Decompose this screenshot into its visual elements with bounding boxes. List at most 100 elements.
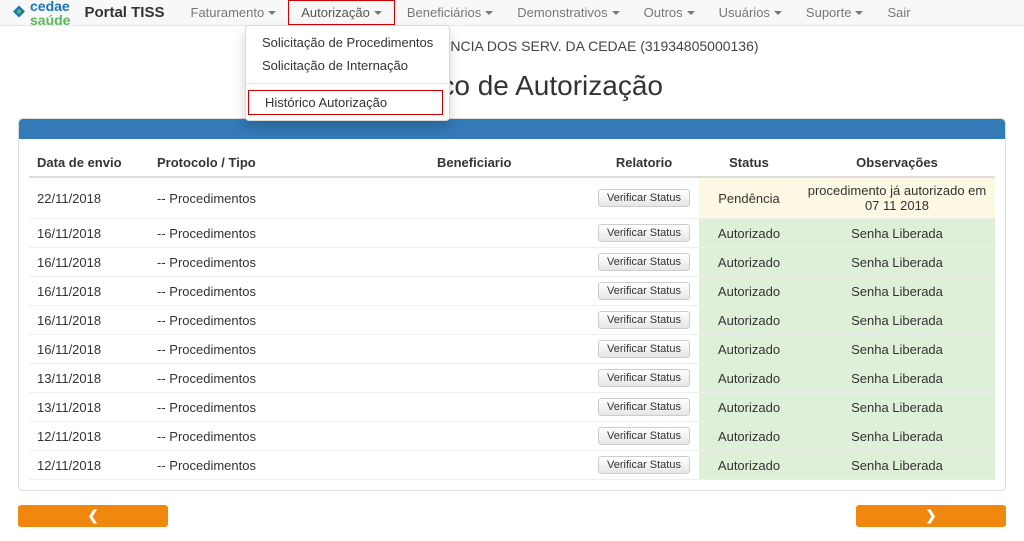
cell-status: Autorizado [699,335,799,364]
cell-beneficiario [429,306,589,335]
th-observacoes: Observações [799,149,995,177]
cell-beneficiario [429,335,589,364]
nav-sair-label: Sair [887,5,910,20]
table-row: 16/11/2018-- Procedimentos Verificar Stat… [29,248,995,277]
cell-beneficiario [429,451,589,480]
nav-beneficiarios[interactable]: Beneficiários [395,0,505,25]
cell-data-envio: 16/11/2018 [29,219,149,248]
cell-protocolo-tipo: -- Procedimentos [149,451,429,480]
logo: cedae saúde [10,0,70,27]
verify-status-button[interactable]: Verificar Status [598,398,690,416]
cell-protocolo-tipo: -- Procedimentos [149,364,429,393]
cell-relatorio: Verificar Status [589,306,699,335]
caret-icon [774,11,782,15]
cell-relatorio: Verificar Status [589,335,699,364]
verify-status-button[interactable]: Verificar Status [598,340,690,358]
nav-autorizacao-label: Autorização [301,5,370,20]
verify-status-button[interactable]: Verificar Status [598,456,690,474]
cell-data-envio: 16/11/2018 [29,248,149,277]
nav-demonstrativos[interactable]: Demonstrativos [505,0,631,25]
cell-relatorio: Verificar Status [589,422,699,451]
cell-data-envio: 22/11/2018 [29,177,149,219]
page-title: Histórico de Autorização [0,70,1024,102]
cell-status: Autorizado [699,393,799,422]
autorizacao-dropdown: Solicitação de Procedimentos Solicitação… [245,25,450,121]
cell-protocolo-tipo: -- Procedimentos [149,422,429,451]
cell-status: Pendência [699,177,799,219]
table-row: 12/11/2018-- ProcedimentosVerificar Stat… [29,451,995,480]
table-header-row: Data de envio Protocolo / Tipo Beneficia… [29,149,995,177]
dropdown-solic-procedimentos[interactable]: Solicitação de Procedimentos [246,31,449,54]
cell-relatorio: Verificar Status [589,364,699,393]
next-button[interactable]: ❯ [856,505,1006,527]
cell-beneficiario [429,177,589,219]
nav-faturamento[interactable]: Faturamento [179,0,289,25]
nav-items: Faturamento Autorização Beneficiários De… [179,0,923,25]
prev-button[interactable]: ❮ [18,505,168,527]
cell-data-envio: 13/11/2018 [29,393,149,422]
verify-status-button[interactable]: Verificar Status [598,427,690,445]
verify-status-button[interactable]: Verificar Status [598,311,690,329]
nav-outros[interactable]: Outros [632,0,707,25]
logo-cedae: cedae [30,0,70,13]
cell-status: Autorizado [699,248,799,277]
cell-observacoes: Senha Liberada [799,248,995,277]
cell-observacoes: Senha Liberada [799,364,995,393]
portal-title: Portal TISS [70,4,178,21]
nav-suporte-label: Suporte [806,5,852,20]
table-row: 12/11/2018-- ProcedimentosVerificar Stat… [29,422,995,451]
cell-relatorio: Verificar Status [589,219,699,248]
caret-icon [268,11,276,15]
nav-outros-label: Outros [644,5,683,20]
nav-suporte[interactable]: Suporte [794,0,876,25]
caret-icon [687,11,695,15]
cell-protocolo-tipo: -- Procedimentos [149,248,429,277]
panel: Data de envio Protocolo / Tipo Beneficia… [18,118,1006,491]
panel-body: Data de envio Protocolo / Tipo Beneficia… [19,139,1005,490]
nav-usuarios[interactable]: Usuários [707,0,794,25]
dropdown-solic-internacao[interactable]: Solicitação de Internação [246,54,449,77]
cell-beneficiario [429,219,589,248]
cell-beneficiario [429,277,589,306]
cell-beneficiario [429,393,589,422]
cell-data-envio: 13/11/2018 [29,364,149,393]
cell-beneficiario [429,248,589,277]
th-relatorio: Relatorio [589,149,699,177]
nav-autorizacao[interactable]: Autorização [288,0,395,25]
history-table: Data de envio Protocolo / Tipo Beneficia… [29,149,995,480]
cell-status: Autorizado [699,364,799,393]
cell-data-envio: 16/11/2018 [29,306,149,335]
caret-icon [855,11,863,15]
cell-observacoes: Senha Liberada [799,277,995,306]
cell-observacoes: Senha Liberada [799,306,995,335]
dropdown-historico-autorizacao[interactable]: Histórico Autorização [248,90,443,115]
th-protocolo-tipo: Protocolo / Tipo [149,149,429,177]
verify-status-button[interactable]: Verificar Status [598,224,690,242]
navbar: cedae saúde Portal TISS Faturamento Auto… [0,0,1024,26]
table-body: 22/11/2018-- ProcedimentosVerificar Stat… [29,177,995,480]
logo-saude: saúde [30,13,70,27]
nav-sair[interactable]: Sair [875,0,922,25]
caret-icon [612,11,620,15]
cell-beneficiario [429,422,589,451]
cell-beneficiario [429,364,589,393]
verify-status-button[interactable]: Verificar Status [598,189,690,207]
cell-status: Autorizado [699,422,799,451]
nav-demonstrativos-label: Demonstrativos [517,5,607,20]
verify-status-button[interactable]: Verificar Status [598,253,690,271]
cell-observacoes: Senha Liberada [799,335,995,364]
table-row: 22/11/2018-- Procedimentos Verificar Stat… [29,177,995,219]
cell-protocolo-tipo: -- Procedimentos [149,393,429,422]
verify-status-button[interactable]: Verificar Status [598,369,690,387]
cell-observacoes: procedimento já autorizado em 07 11 2018 [799,177,995,219]
cell-protocolo-tipo: -- Procedimentos [149,306,429,335]
nav-beneficiarios-label: Beneficiários [407,5,481,20]
table-row: 16/11/2018-- ProcedimentosVerificar Stat… [29,277,995,306]
nav-usuarios-label: Usuários [719,5,770,20]
cell-status: Autorizado [699,451,799,480]
dropdown-divider [246,83,449,84]
cell-protocolo-tipo: -- Procedimentos [149,177,429,219]
verify-status-button[interactable]: Verificar Status [598,282,690,300]
chevron-right-icon: ❯ [925,508,936,524]
cell-status: Autorizado [699,219,799,248]
